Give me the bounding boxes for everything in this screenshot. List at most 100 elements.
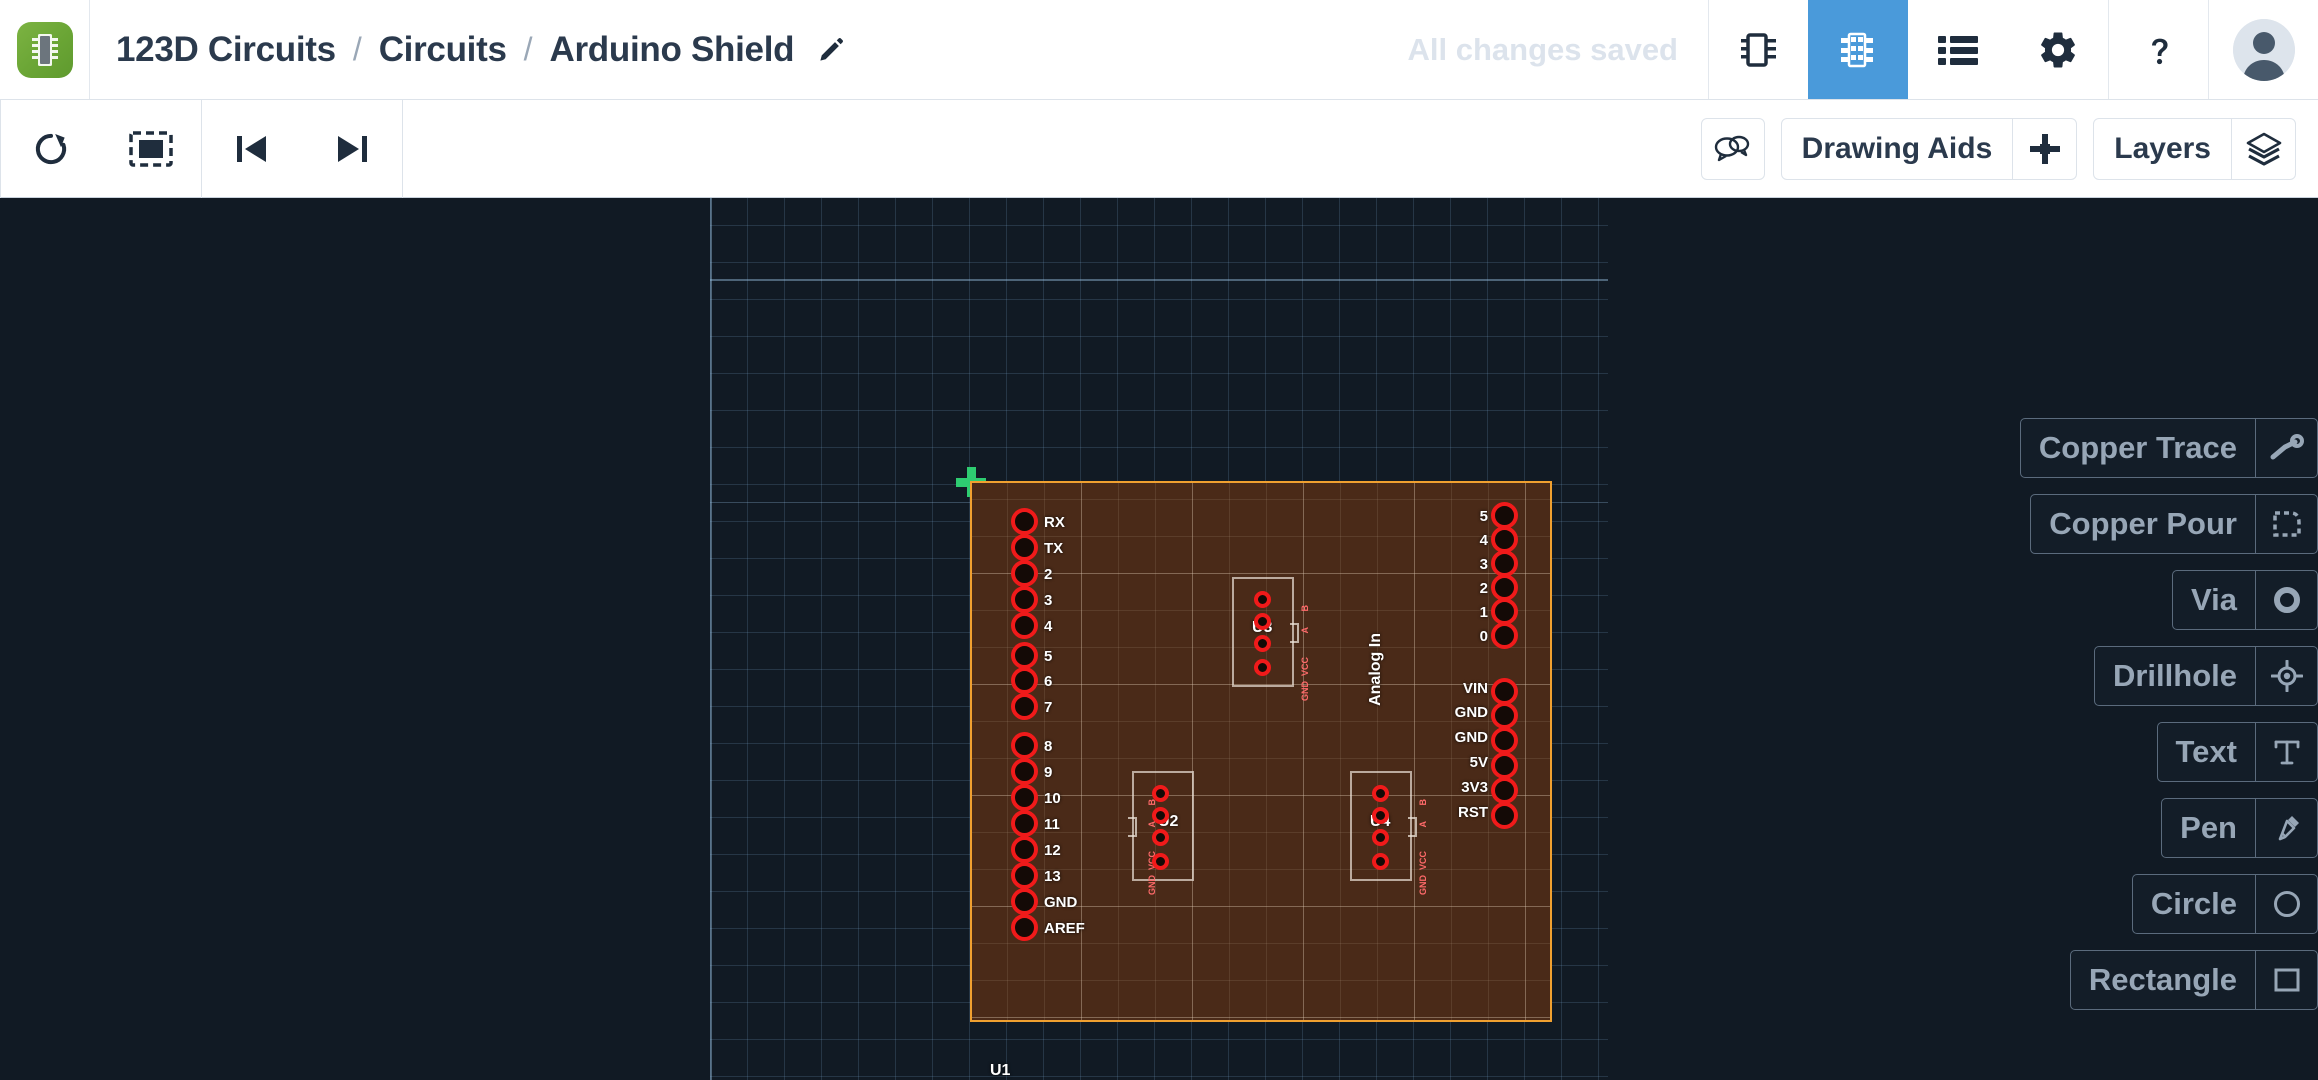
pad[interactable]: [1011, 534, 1038, 561]
help-icon[interactable]: [2108, 0, 2208, 99]
pad[interactable]: [1491, 678, 1518, 705]
layers-stack-icon[interactable]: [2231, 118, 2295, 179]
pad[interactable]: [1011, 612, 1038, 639]
pad[interactable]: [1491, 574, 1518, 601]
component-pad[interactable]: [1254, 613, 1271, 630]
pad[interactable]: [1491, 550, 1518, 577]
component-pad[interactable]: [1152, 829, 1169, 846]
crosshair-icon[interactable]: [2012, 118, 2076, 179]
pad[interactable]: [1011, 667, 1038, 694]
pad[interactable]: [1011, 836, 1038, 863]
pad[interactable]: [1011, 784, 1038, 811]
via-icon: [2255, 571, 2317, 629]
pad[interactable]: [1491, 802, 1518, 829]
pad[interactable]: [1011, 586, 1038, 613]
pad[interactable]: [1491, 598, 1518, 625]
tool-label: Circle: [2150, 886, 2237, 921]
tool-label: Copper Trace: [2038, 430, 2237, 465]
pin-label: TX: [1044, 540, 1064, 557]
breadcrumb-document-title[interactable]: Arduino Shield: [550, 30, 795, 70]
rotate-button[interactable]: [1, 100, 101, 198]
settings-gear-icon[interactable]: [2008, 0, 2108, 99]
layers-button[interactable]: Layers: [2094, 119, 2231, 179]
pad[interactable]: [1491, 727, 1518, 754]
pad[interactable]: [1011, 758, 1038, 785]
tool-pen[interactable]: Pen: [2161, 798, 2318, 858]
pcb-board-outline[interactable]: RX TX 2 3 4 5 6 7 8 9 10 11 12 13 GND AR…: [970, 481, 1552, 1022]
component-pin-label: A: [1300, 627, 1310, 634]
pad[interactable]: [1011, 888, 1038, 915]
pin-label: GND: [1044, 894, 1078, 911]
component-u3[interactable]: U3 B A VCC GND: [1232, 577, 1310, 701]
select-area-button[interactable]: [101, 100, 201, 198]
pad[interactable]: [1491, 777, 1518, 804]
tool-via[interactable]: Via: [2172, 570, 2318, 630]
pad[interactable]: [1011, 560, 1038, 587]
chip-logo-icon: [16, 21, 73, 78]
pcb-view-icon[interactable]: [1808, 0, 1908, 99]
app-logo[interactable]: [0, 0, 90, 99]
header-icon-group: [1708, 0, 2318, 99]
pad[interactable]: [1011, 642, 1038, 669]
pin-label: 6: [1044, 673, 1053, 690]
pin-label: 12: [1044, 842, 1061, 859]
components-list-icon[interactable]: [1908, 0, 2008, 99]
breadcrumb-root[interactable]: 123D Circuits: [116, 30, 336, 70]
tool-rectangle[interactable]: Rectangle: [2069, 950, 2318, 1010]
toolbar-right-group: Drawing Aids Layers: [1700, 117, 2318, 180]
avatar[interactable]: [2232, 18, 2295, 81]
circle-tool-icon: [2255, 875, 2317, 933]
comments-icon[interactable]: [1700, 117, 1765, 180]
component-pad[interactable]: [1254, 635, 1271, 652]
tool-text[interactable]: Text: [2156, 722, 2318, 782]
user-avatar-icon[interactable]: [2208, 0, 2318, 99]
component-pad[interactable]: [1254, 591, 1271, 608]
skip-to-end-button[interactable]: [302, 100, 402, 198]
chip-notch-icon: [1290, 623, 1299, 643]
component-pad[interactable]: [1372, 829, 1389, 846]
schematic-view-icon[interactable]: [1708, 0, 1808, 99]
pad[interactable]: [1011, 693, 1038, 720]
pad[interactable]: [1011, 862, 1038, 889]
component-pad[interactable]: [1372, 807, 1389, 824]
breadcrumb-section[interactable]: Circuits: [379, 30, 507, 70]
component-pin-label: B: [1300, 605, 1310, 612]
component-pin-label: GND: [1300, 681, 1310, 701]
component-u4[interactable]: U4 B A VCC GND: [1350, 771, 1428, 895]
pad[interactable]: [1491, 622, 1518, 649]
pad[interactable]: [1491, 752, 1518, 779]
pad[interactable]: [1011, 914, 1038, 941]
drawing-aids-button[interactable]: Drawing Aids: [1782, 119, 2013, 179]
component-pin-label: B: [1418, 799, 1428, 806]
component-pin-label: A: [1418, 821, 1428, 828]
tool-circle[interactable]: Circle: [2131, 874, 2318, 934]
pad[interactable]: [1011, 732, 1038, 759]
tool-copper-trace[interactable]: Copper Trace: [2019, 418, 2318, 478]
pcb-canvas[interactable]: RX TX 2 3 4 5 6 7 8 9 10 11 12 13 GND AR…: [0, 198, 2318, 1080]
component-pad[interactable]: [1372, 785, 1389, 802]
board-coarse-grid: [972, 483, 1550, 1020]
pin-label: GND: [1454, 704, 1488, 721]
pin-label: 5V: [1469, 754, 1488, 771]
component-pad[interactable]: [1254, 659, 1271, 676]
pad[interactable]: [1011, 508, 1038, 535]
component-pad[interactable]: [1372, 853, 1389, 870]
pad[interactable]: [1491, 702, 1518, 729]
pad[interactable]: [1491, 502, 1518, 529]
drillhole-icon: [2255, 647, 2317, 705]
pad[interactable]: [1491, 526, 1518, 553]
skip-to-start-button[interactable]: [202, 100, 302, 198]
text-tool-icon: [2255, 723, 2317, 781]
pin-label: VIN: [1462, 680, 1488, 697]
pen-tool-icon: [2255, 799, 2317, 857]
top-header-bar: 123D Circuits / Circuits / Arduino Shiel…: [0, 0, 2318, 100]
pin-label: 5: [1044, 648, 1053, 665]
tool-drillhole[interactable]: Drillhole: [2093, 646, 2318, 706]
rectangle-tool-icon: [2255, 951, 2317, 1009]
component-u2[interactable]: U2 B A VCC GND: [1128, 771, 1194, 895]
tool-copper-pour[interactable]: Copper Pour: [2030, 494, 2318, 554]
pin-label: 3: [1044, 592, 1053, 609]
pad[interactable]: [1011, 810, 1038, 837]
pencil-icon[interactable]: [816, 35, 846, 65]
component-pad[interactable]: [1152, 853, 1169, 870]
